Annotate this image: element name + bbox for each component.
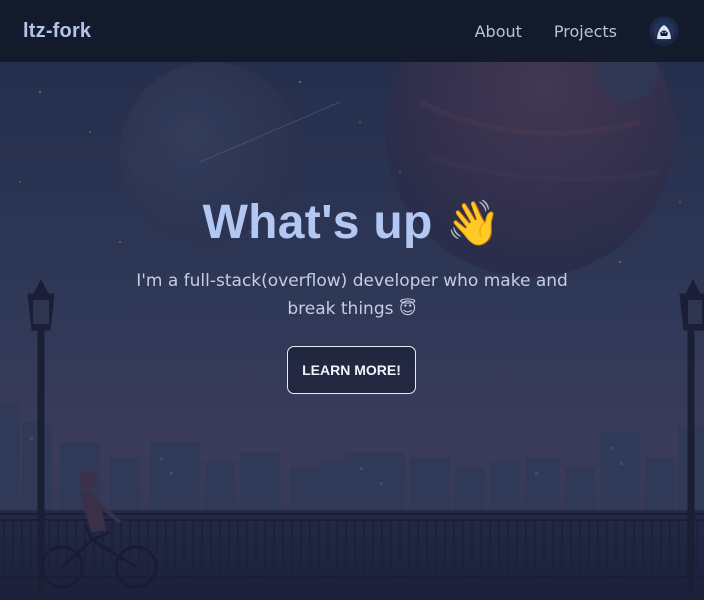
top-navbar: ltz-fork About Projects [0, 0, 704, 62]
halo-smile-emoji-icon: 😇 [398, 299, 417, 319]
hero-section: What's up 👋 I'm a full-stack(overflow) d… [0, 62, 704, 600]
hooded-figure-avatar-icon [654, 21, 674, 41]
learn-more-button[interactable]: LEARN MORE! [287, 346, 416, 394]
hero-content: What's up 👋 I'm a full-stack(overflow) d… [0, 62, 704, 600]
waving-hand-emoji-icon: 👋 [446, 199, 502, 248]
subtitle-line-1: I'm a full-stack(overflow) developer who… [136, 271, 568, 291]
subtitle-line-2: break things [287, 299, 394, 319]
page: ltz-fork About Projects What's up 👋 I'm … [0, 0, 704, 600]
nav-links: About Projects [475, 16, 681, 46]
nav-link-about[interactable]: About [475, 22, 522, 41]
avatar[interactable] [649, 16, 679, 46]
headline-text: What's up [202, 196, 433, 249]
nav-link-projects[interactable]: Projects [554, 22, 617, 41]
hero-headline: What's up 👋 [0, 195, 704, 250]
hero-subtitle: I'm a full-stack(overflow) developer who… [132, 267, 572, 323]
brand-logo[interactable]: ltz-fork [23, 20, 91, 43]
